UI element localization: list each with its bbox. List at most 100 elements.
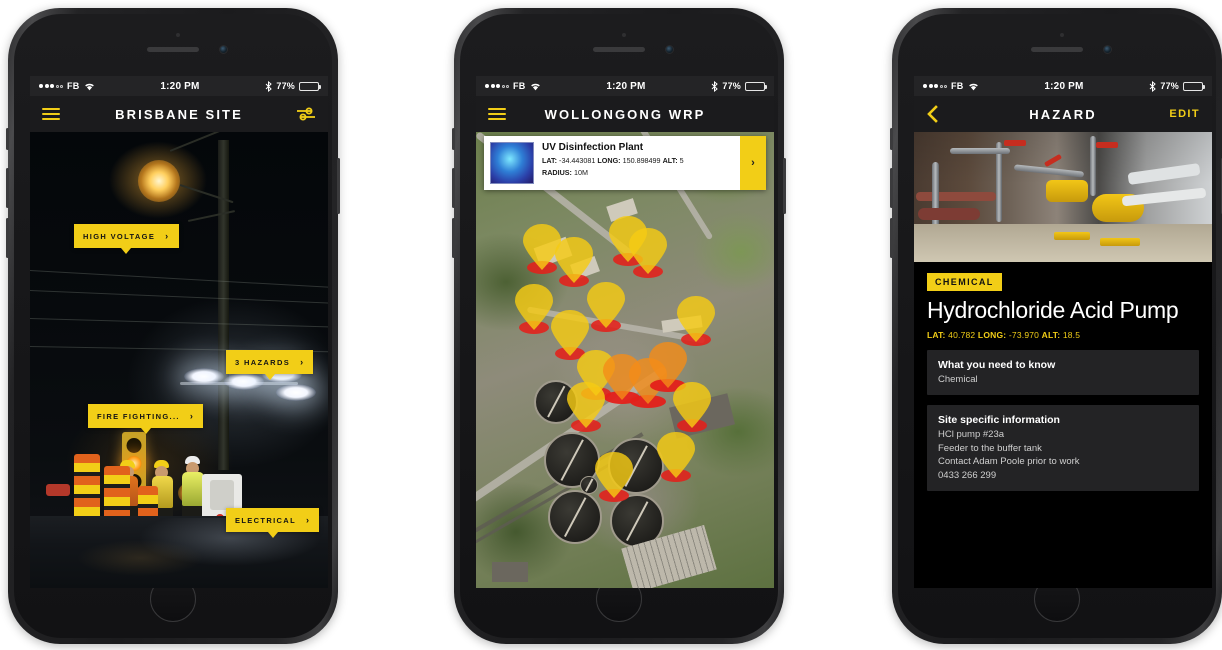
phone-body: FB 1:20 PM 77% bbox=[898, 14, 1216, 638]
pipe bbox=[996, 142, 1002, 222]
hazard-title: Hydrochloride Acid Pump bbox=[927, 297, 1179, 323]
bluetooth-icon bbox=[1150, 80, 1157, 92]
wifi-icon bbox=[530, 83, 540, 90]
proximity-sensor-icon bbox=[176, 33, 180, 37]
map-info-card-go-button[interactable]: › bbox=[740, 136, 766, 190]
nav-bar-hazard: HAZARD EDIT bbox=[914, 96, 1212, 132]
acid-pump bbox=[1046, 180, 1088, 202]
alt-value: 5 bbox=[679, 155, 684, 165]
hazard-tag-high-voltage[interactable]: HIGH VOLTAGE › bbox=[74, 224, 179, 254]
map-marker-pin[interactable] bbox=[566, 382, 606, 432]
lat-label: LAT: bbox=[542, 155, 558, 165]
pipe bbox=[916, 192, 996, 201]
map-marker-pin[interactable] bbox=[514, 284, 554, 334]
hazard-tag-3-hazards[interactable]: 3 HAZARDS › bbox=[226, 350, 314, 380]
edit-button[interactable]: EDIT bbox=[1169, 108, 1200, 120]
panel-heading: Site specific information bbox=[938, 414, 1060, 427]
volume-up-button[interactable] bbox=[452, 168, 455, 208]
phone-body: FB 1:20 PM 77% bbox=[460, 14, 778, 638]
long-label: LONG: bbox=[597, 155, 621, 165]
pipe bbox=[1121, 187, 1207, 207]
mute-switch[interactable] bbox=[890, 128, 893, 150]
filter-sliders-icon[interactable] bbox=[296, 106, 316, 122]
chevron-left-icon[interactable] bbox=[926, 105, 939, 123]
mute-switch[interactable] bbox=[6, 128, 9, 150]
hazard-tag-label: ELECTRICAL bbox=[235, 515, 296, 525]
map-building bbox=[492, 562, 528, 582]
panel-line: Feeder to the buffer tank bbox=[938, 442, 1042, 454]
pipe bbox=[1090, 136, 1096, 196]
map-info-card[interactable]: UV Disinfection Plant LAT: -34.443081 LO… bbox=[484, 136, 766, 190]
power-button[interactable] bbox=[337, 158, 340, 214]
hazard-tag-label: 3 HAZARDS bbox=[235, 357, 291, 367]
battery-icon bbox=[299, 81, 321, 91]
status-bar-right: 77% bbox=[265, 80, 321, 92]
battery-icon bbox=[1183, 81, 1205, 91]
satellite-map[interactable]: UV Disinfection Plant LAT: -34.443081 LO… bbox=[476, 132, 774, 588]
concrete-floor bbox=[914, 224, 1212, 262]
panel-line: Contact Adam Poole prior to work bbox=[938, 456, 1080, 468]
hazard-tag-fire-fighting[interactable]: FIRE FIGHTING... › bbox=[88, 404, 204, 434]
map-marker-pin[interactable] bbox=[672, 382, 712, 432]
volume-down-button[interactable] bbox=[452, 218, 455, 258]
signal-strength-icon bbox=[923, 84, 947, 88]
radius-value: 10M bbox=[573, 167, 588, 177]
map-marker-pin[interactable] bbox=[676, 296, 716, 346]
long-value: 150.898499 bbox=[622, 155, 661, 165]
map-marker-pin[interactable] bbox=[628, 228, 668, 278]
map-info-card-body: UV Disinfection Plant LAT: -34.443081 LO… bbox=[540, 136, 740, 190]
front-camera-icon bbox=[665, 45, 674, 54]
status-bar-time: 1:20 PM bbox=[1044, 80, 1084, 92]
utility-pole bbox=[218, 140, 229, 470]
status-bar-time: 1:20 PM bbox=[160, 80, 200, 92]
screen-brisbane-site: FB 1:20 PM 77% BRISBANE SITE HIGH VOLTAG… bbox=[30, 76, 328, 588]
status-bar-right: 77% bbox=[1149, 80, 1205, 92]
hamburger-icon[interactable] bbox=[42, 107, 60, 121]
volume-up-button[interactable] bbox=[6, 168, 9, 208]
battery-percent-label: 77% bbox=[276, 81, 295, 91]
chevron-right-icon: › bbox=[189, 411, 195, 421]
volume-down-button[interactable] bbox=[890, 218, 893, 258]
map-marker-pin[interactable] bbox=[656, 432, 696, 482]
hazard-tag-electrical[interactable]: ELECTRICAL › bbox=[226, 508, 320, 538]
phone-device-hazard-detail: FB 1:20 PM 77% HAZARD EDIT CHEMICAL Hydr… bbox=[890, 8, 1222, 644]
nav-bar-wollongong: WOLLONGONG WRP bbox=[476, 96, 774, 132]
proximity-sensor-icon bbox=[622, 33, 626, 37]
site-sign bbox=[46, 484, 70, 496]
valve-handle bbox=[1096, 142, 1118, 148]
map-marker-droplet-icon bbox=[628, 228, 668, 274]
alt-value: 18.5 bbox=[1062, 329, 1081, 340]
power-button[interactable] bbox=[783, 158, 786, 214]
volume-up-button[interactable] bbox=[890, 168, 893, 208]
map-marker-pin[interactable] bbox=[594, 452, 634, 502]
screenshot-stage: FB 1:20 PM 77% BRISBANE SITE HIGH VOLTAG… bbox=[0, 0, 1222, 650]
map-marker-droplet-icon bbox=[656, 432, 696, 478]
status-bar-left: FB bbox=[39, 81, 95, 91]
map-info-card-coords: LAT: -34.443081 LONG: 150.898499 ALT: 5 bbox=[542, 156, 738, 166]
uv-plant-thumbnail bbox=[490, 142, 534, 184]
hamburger-icon[interactable] bbox=[488, 107, 506, 121]
status-bar-left: FB bbox=[485, 81, 541, 91]
wifi-icon bbox=[968, 83, 978, 90]
map-marker-pin[interactable] bbox=[586, 282, 626, 332]
hazard-category-badge: CHEMICAL bbox=[927, 273, 1002, 291]
status-bar-time: 1:20 PM bbox=[606, 80, 646, 92]
valve-handle bbox=[1043, 153, 1063, 168]
carrier-label: FB bbox=[951, 81, 964, 91]
hazard-detail-content: CHEMICAL Hydrochloride Acid Pump LAT: 40… bbox=[914, 132, 1212, 588]
panel-heading: What you need to know bbox=[938, 358, 1056, 371]
mute-switch[interactable] bbox=[452, 128, 455, 150]
volume-down-button[interactable] bbox=[6, 218, 9, 258]
map-marker-pin[interactable] bbox=[554, 237, 594, 287]
panel-line: HCl pump #23a bbox=[938, 429, 1005, 441]
screen-hazard-detail: FB 1:20 PM 77% HAZARD EDIT CHEMICAL Hydr… bbox=[914, 76, 1212, 588]
nav-bar-brisbane: BRISBANE SITE bbox=[30, 96, 328, 132]
status-bar: FB 1:20 PM 77% bbox=[914, 76, 1212, 96]
screen-wollongong-map: FB 1:20 PM 77% WOLLONGONG WRP UV Disinfe… bbox=[476, 76, 774, 588]
page-title: BRISBANE SITE bbox=[115, 106, 243, 122]
panel-site-specific-information: Site specific information HCl pump #23a … bbox=[927, 405, 1199, 492]
street-lamp-glow bbox=[138, 160, 180, 202]
pipe bbox=[932, 162, 939, 232]
hazard-summary: CHEMICAL Hydrochloride Acid Pump LAT: 40… bbox=[914, 262, 1212, 340]
carrier-label: FB bbox=[67, 81, 80, 91]
